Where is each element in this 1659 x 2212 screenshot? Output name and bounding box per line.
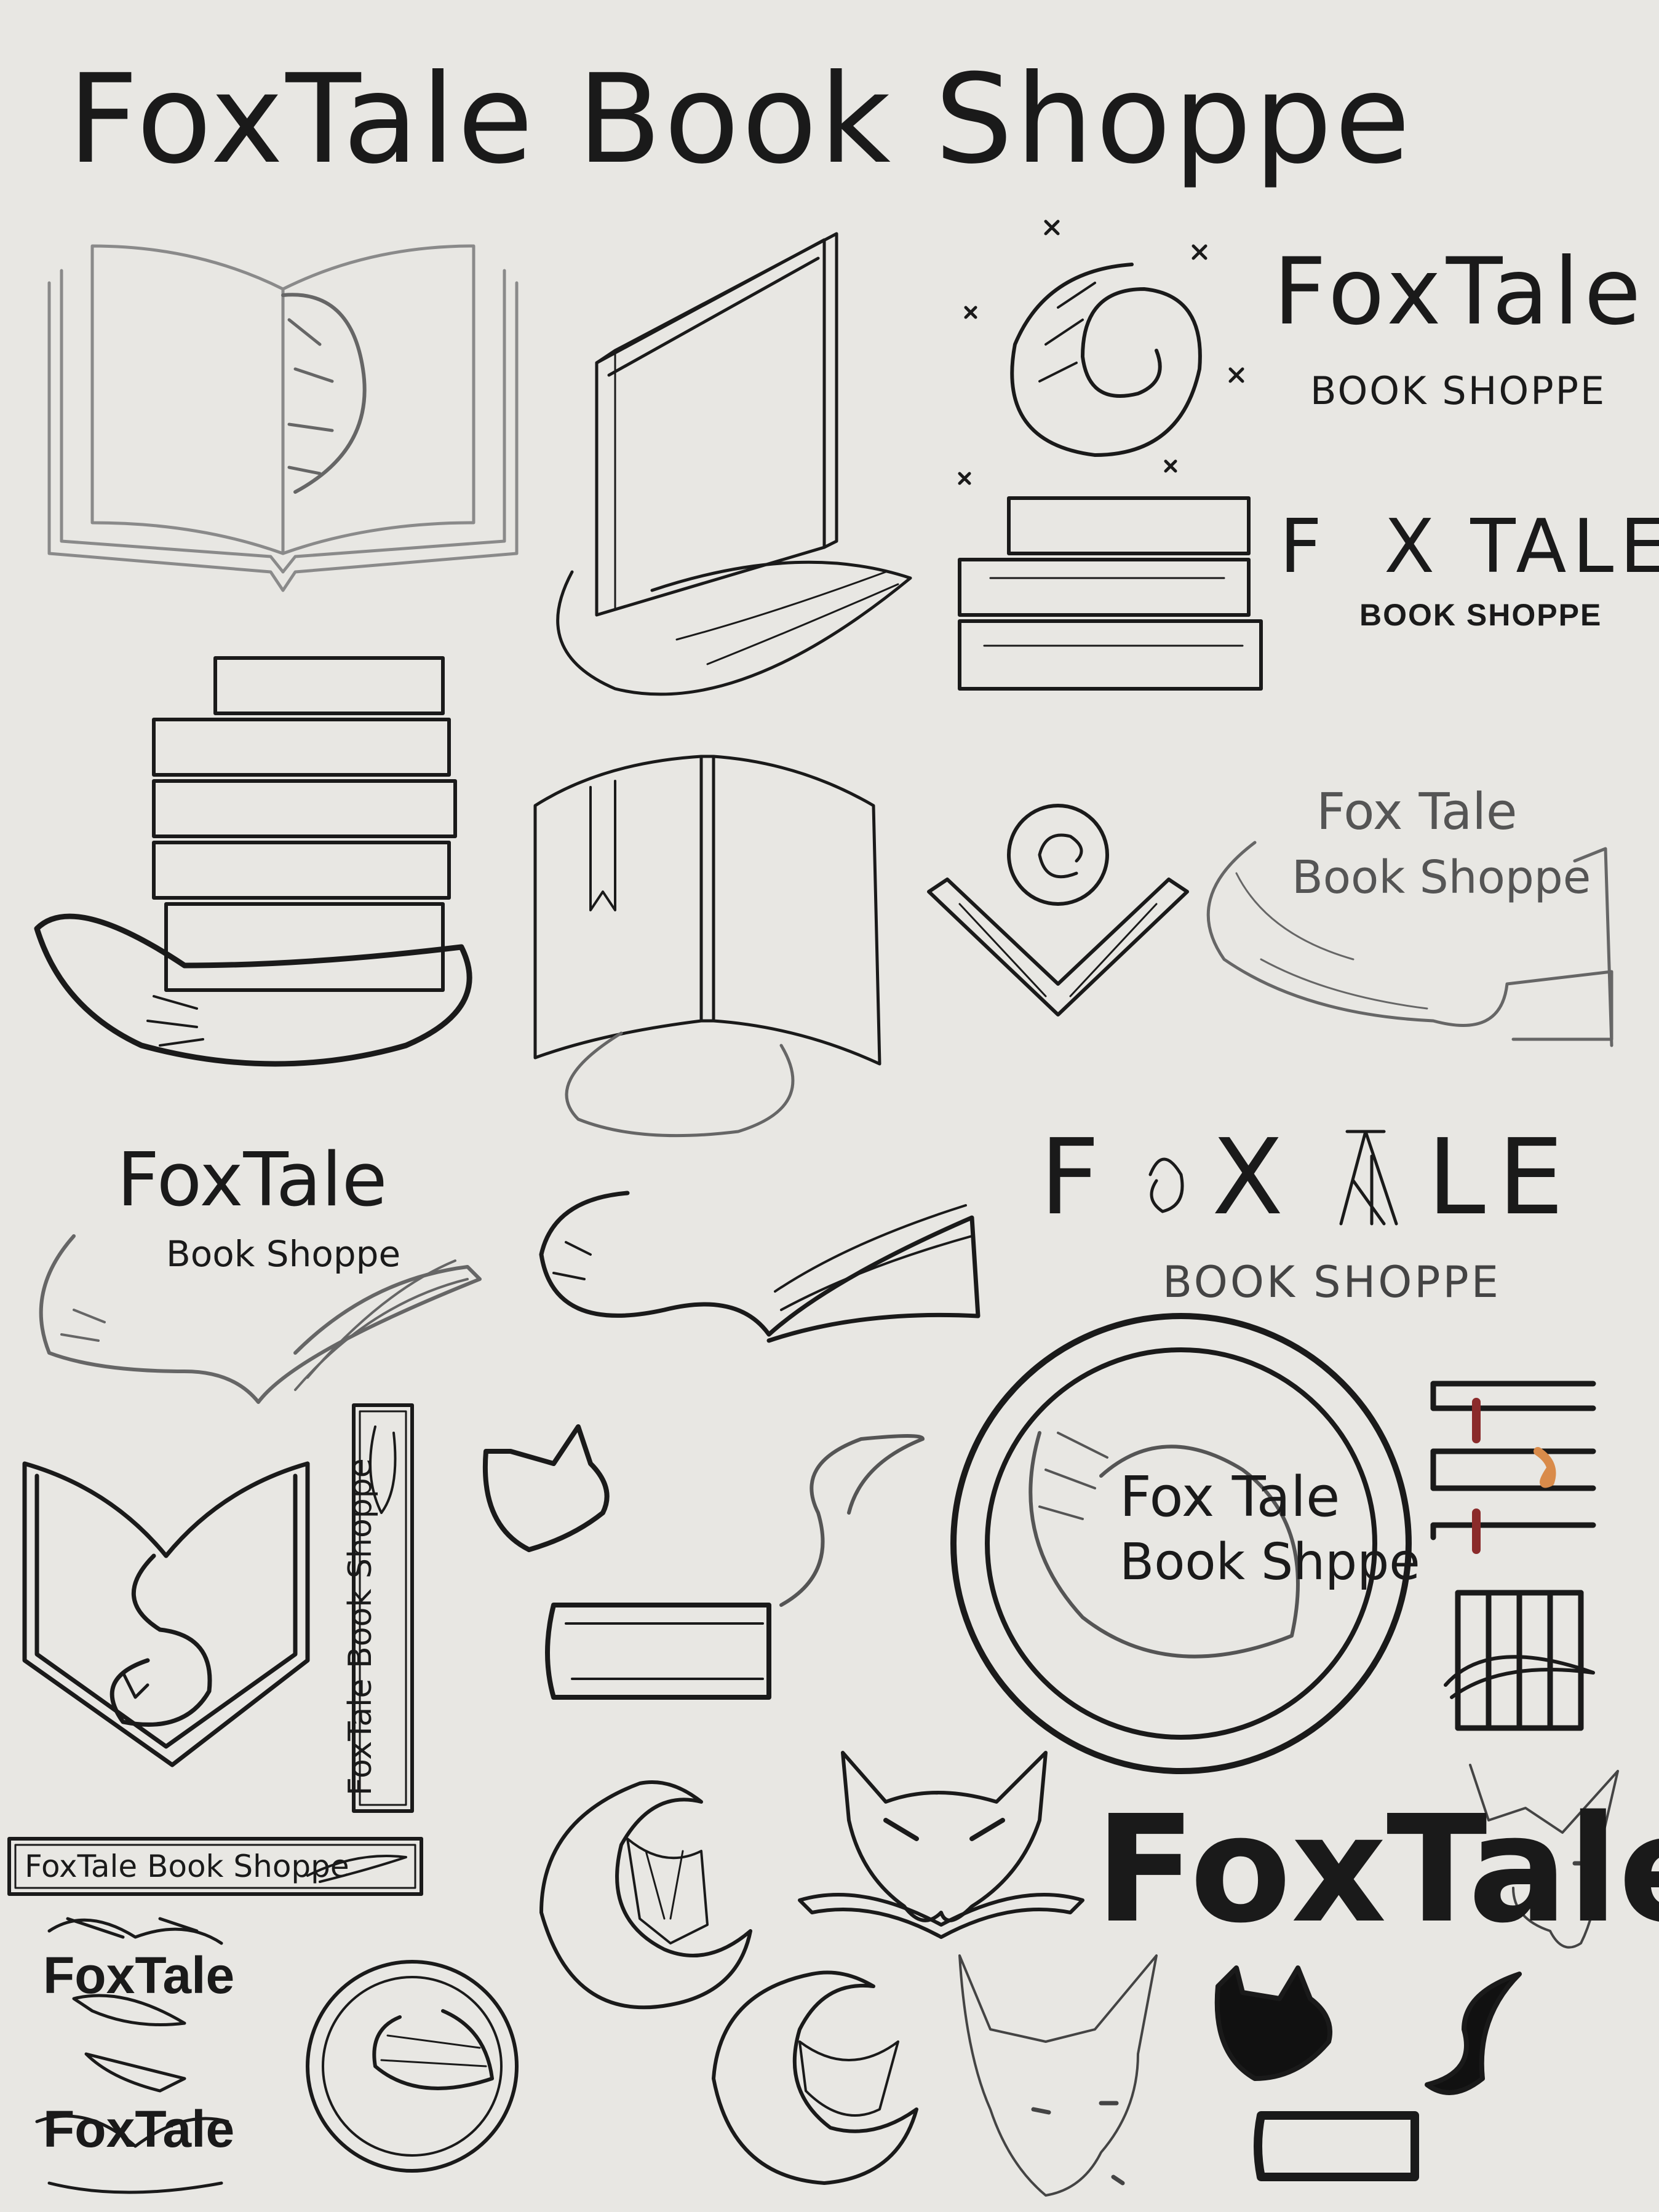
stacked-books-small [960,498,1261,689]
tall-wordmark-sub: BOOK SHOPPE [1163,1257,1501,1307]
swirl-over-book [929,806,1187,1015]
stack-wordmark-sub: BOOK SHOPPE [1359,598,1602,632]
ring-book-logo [308,1962,517,2171]
ring-logo-line1: Fox Tale [1120,1465,1340,1529]
black-cat-book-icon [1217,1968,1519,2177]
banner-logo-line1: Fox Tale [1316,783,1518,841]
stack-wordmark-name-b: X TALE [1384,504,1659,590]
standing-book-tail-sketch [558,234,910,694]
fox-face-sketch [960,1956,1156,2195]
swirl-tail-with-stars [960,221,1243,483]
vertical-spine-text: FoxTale Book Shoppe [342,1458,379,1796]
swoosh-logo-sub: Book Shoppe [166,1233,401,1275]
book-stack-with-tail [37,658,469,1064]
cat-on-book-sketch [485,1427,923,1697]
tall-wordmark-c: LE [1427,1117,1577,1239]
stack-wordmark-name-a: F [1279,504,1323,590]
sketch-sheet: FoxTale Book Shoppe FoxTale BOOK SHOPPE … [0,0,1659,2212]
horizontal-spine-text: FoxTale Book Shoppe [25,1849,349,1884]
crescent-book-logo [541,1782,750,2007]
open-book-fox-tail-sketch [49,246,517,590]
tall-wordmark-a: F [1040,1117,1100,1239]
banner-logo-line2: Book Shoppe [1292,851,1591,904]
swirl-wordmark-name: FoxTale [1273,239,1646,346]
fox-orange-icon [1538,1451,1552,1484]
ring-logo-line2: Book Shppe [1120,1533,1420,1592]
open-book-bookmark-tail [535,756,880,1136]
swoosh-logo-name: FoxTale [117,1138,388,1223]
shield-tail-logo [25,1464,308,1765]
small-mark-1-text: FoxTale [43,1946,235,2004]
swirl-wordmark-sub: BOOK SHOPPE [1310,368,1607,413]
big-wordmark-text: FoxTale [1095,1783,1659,1956]
tail-with-open-book [541,1193,978,1341]
fox-head-book-logo [800,1753,1083,1937]
shelf-books-icon [1433,1384,1593,1728]
crescent-book-logo-2 [714,1973,917,2184]
tall-wordmark-b: X [1212,1117,1284,1239]
small-mark-2-text: FoxTale [43,2100,235,2158]
